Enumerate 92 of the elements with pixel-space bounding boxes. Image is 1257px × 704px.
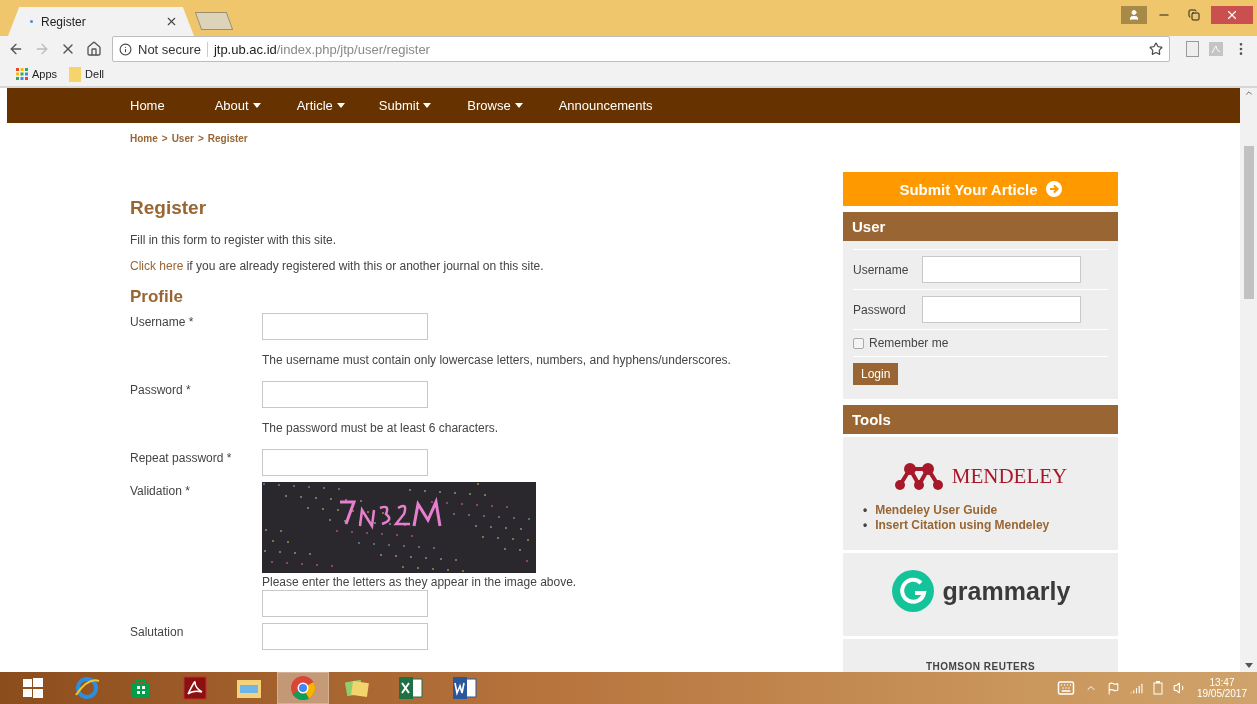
intro-text: Fill in this form to register with this site. bbox=[130, 233, 338, 247]
tool-link[interactable]: Insert Citation using Mendeley bbox=[875, 518, 1050, 533]
info-icon bbox=[119, 42, 132, 56]
nav-item[interactable]: About bbox=[214, 98, 261, 113]
input-field[interactable] bbox=[262, 381, 428, 408]
bullet: • bbox=[863, 518, 868, 533]
bookmark[interactable]: Apps bbox=[16, 68, 58, 80]
nav-item[interactable]: Home bbox=[130, 98, 165, 113]
arrow-circle-icon bbox=[1045, 181, 1062, 197]
logo-text: grammarly bbox=[942, 576, 1071, 606]
input-field[interactable] bbox=[262, 623, 428, 650]
page-icon bbox=[1186, 41, 1199, 57]
browser-icon bbox=[290, 675, 316, 701]
bag-icon bbox=[130, 677, 152, 699]
text-document-icon bbox=[452, 676, 478, 700]
checkbox[interactable] bbox=[853, 337, 864, 349]
input-field[interactable] bbox=[922, 296, 1081, 323]
login-button[interactable]: Login bbox=[853, 363, 899, 385]
address-bar[interactable]: Not secure jtp.ub.ac.id/index.php/jtp/user/register bbox=[112, 36, 1170, 62]
section-title: Profile bbox=[130, 287, 184, 307]
profile-button[interactable] bbox=[1121, 6, 1147, 24]
clock-time: 13:47 bbox=[1209, 677, 1235, 688]
field-label: Password bbox=[853, 302, 907, 317]
input-field[interactable] bbox=[262, 313, 428, 340]
bookmark[interactable]: Dell bbox=[69, 66, 105, 82]
login-note: Click here if you are already registered with this or another journal on this site. bbox=[130, 259, 545, 273]
folder-icon bbox=[69, 66, 82, 82]
close-icon bbox=[1225, 8, 1239, 22]
molecule-icon bbox=[893, 461, 944, 491]
bookmark-star-icon[interactable] bbox=[1149, 42, 1163, 56]
field-hint: The username must contain only lowercase letters, numbers, and hyphens/underscores. bbox=[262, 353, 732, 367]
forward-button[interactable] bbox=[34, 41, 50, 57]
close-button[interactable] bbox=[1211, 6, 1253, 24]
field-label: Repeat password * bbox=[130, 450, 233, 467]
person-icon bbox=[1128, 9, 1140, 21]
field-label: Username * bbox=[130, 314, 195, 331]
close-icon[interactable] bbox=[165, 15, 178, 28]
login-link[interactable]: Click here bbox=[130, 259, 184, 273]
globe-icon bbox=[74, 675, 100, 701]
field-label: Validation * bbox=[130, 483, 191, 500]
spreadsheet-icon bbox=[398, 676, 424, 700]
checkbox-label: Remember me bbox=[869, 336, 949, 350]
breadcrumb-separator: > bbox=[161, 133, 168, 144]
input-field[interactable] bbox=[922, 256, 1081, 283]
battery-icon bbox=[1152, 681, 1163, 695]
document-icon bbox=[183, 676, 207, 700]
folder-icon bbox=[236, 677, 262, 699]
logo-text: MENDELEY bbox=[951, 463, 1068, 489]
grid-icon bbox=[16, 68, 28, 80]
scroll-thumb[interactable] bbox=[1243, 146, 1254, 299]
panel-header: Tools bbox=[843, 405, 1118, 434]
extension-button[interactable] bbox=[1186, 41, 1199, 57]
breadcrumb-link[interactable]: Home bbox=[130, 133, 158, 144]
clock-date: 19/05/2017 bbox=[1196, 688, 1247, 699]
breadcrumb-link[interactable]: Register bbox=[207, 133, 248, 144]
breadcrumb-separator: > bbox=[197, 133, 204, 144]
extension-button[interactable] bbox=[1209, 42, 1223, 56]
photos-icon bbox=[344, 677, 370, 699]
restore-icon bbox=[1188, 9, 1200, 21]
nav-item[interactable]: Announcements bbox=[558, 98, 653, 113]
input-field[interactable] bbox=[262, 449, 428, 476]
url-text: jtp.ub.ac.id/index.php/jtp/user/register bbox=[213, 41, 431, 57]
keyboard-icon[interactable] bbox=[1056, 679, 1075, 697]
bullet: • bbox=[863, 503, 868, 518]
forward-arrow-icon bbox=[34, 41, 50, 57]
field-label: Password * bbox=[130, 382, 192, 399]
home-icon bbox=[86, 41, 102, 57]
pdf-icon bbox=[1209, 42, 1223, 56]
tool-link[interactable]: Mendeley User Guide bbox=[875, 503, 998, 518]
back-button[interactable] bbox=[8, 41, 24, 57]
loading-icon bbox=[30, 20, 33, 23]
browser-tab[interactable]: Register bbox=[8, 7, 194, 36]
signal-icon[interactable] bbox=[1129, 681, 1143, 695]
security-label: Not secure bbox=[138, 41, 208, 57]
field-label: Salutation bbox=[130, 624, 185, 641]
logo-text: THOMSON REUTERS bbox=[925, 661, 1036, 672]
nav-item[interactable]: Browse bbox=[467, 98, 523, 113]
field-label: Username bbox=[853, 262, 910, 277]
scroll-up-icon[interactable] bbox=[1243, 88, 1254, 98]
page-title: Register bbox=[130, 197, 208, 219]
panel-header: User bbox=[843, 212, 1118, 241]
home-button[interactable] bbox=[86, 41, 102, 57]
field-hint: Please enter the letters as they appear in the image above. bbox=[262, 575, 578, 589]
field-hint: The password must be at least 6 characters. bbox=[262, 421, 500, 435]
tab-title: Register bbox=[41, 14, 87, 29]
new-tab-button[interactable] bbox=[194, 12, 234, 30]
nav-item[interactable]: Submit bbox=[378, 98, 432, 113]
breadcrumb-link[interactable]: User bbox=[171, 133, 194, 144]
input-field[interactable] bbox=[262, 590, 428, 617]
nav-item[interactable]: Article bbox=[296, 98, 345, 113]
windows-icon bbox=[23, 678, 43, 698]
flag-icon[interactable] bbox=[1106, 681, 1120, 695]
